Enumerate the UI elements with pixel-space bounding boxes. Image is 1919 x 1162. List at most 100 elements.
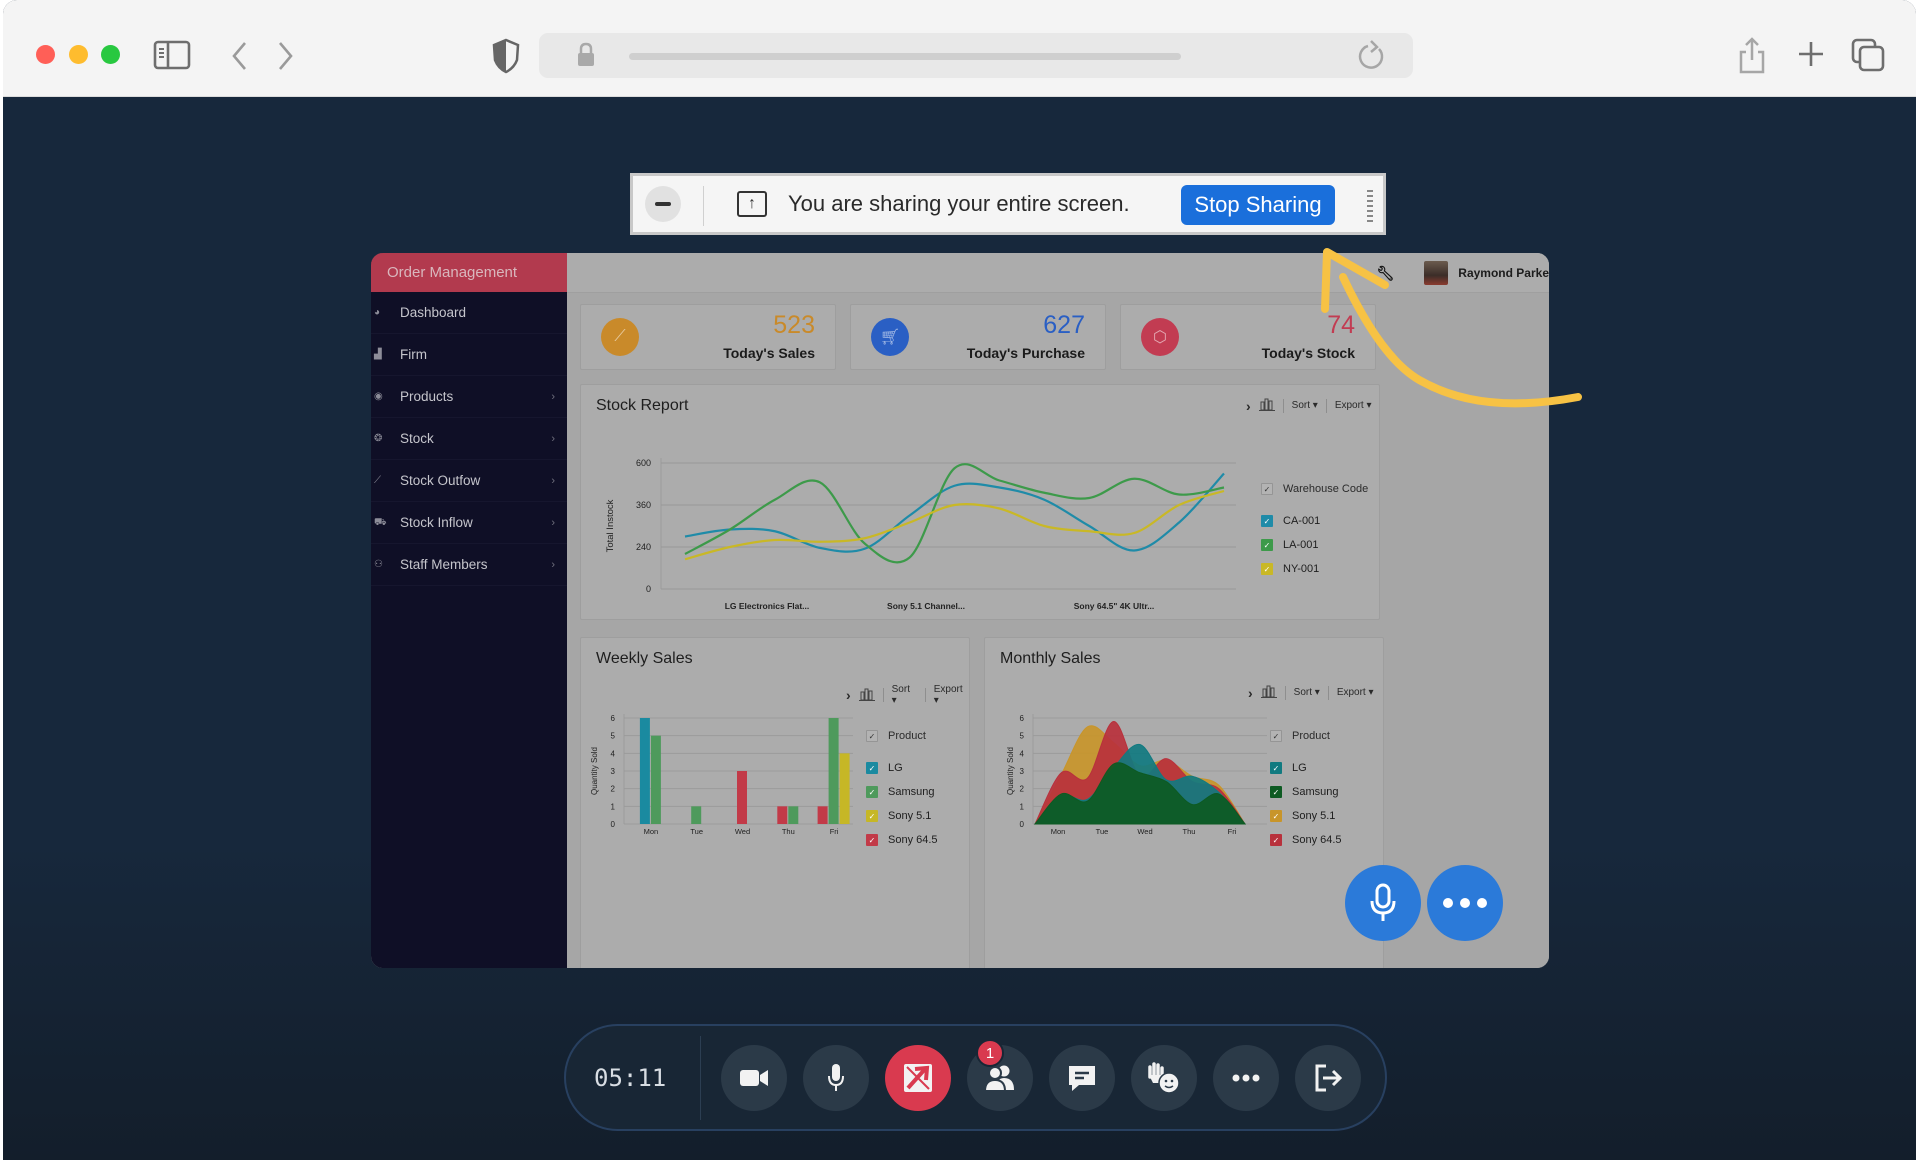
sidebar-item-label: Stock Outfow <box>400 473 481 488</box>
url-placeholder-bar <box>629 53 1181 60</box>
chat-button[interactable] <box>1049 1045 1115 1111</box>
meeting-control-bar: 05:11 1 <box>564 1024 1387 1131</box>
voice-fab-button[interactable] <box>1345 865 1421 941</box>
sidebar-item-firm[interactable]: ▟ Firm <box>371 334 567 376</box>
checkbox-icon: ✓ <box>1270 762 1282 774</box>
legend-item[interactable]: ✓ Sony 64.5 <box>1270 828 1342 852</box>
sidebar-icon[interactable] <box>153 40 191 70</box>
sidebar: Order Management ◕ Dashboard ▟ Firm ◉ Prod… <box>371 253 567 968</box>
bar-sony-64-5-wed <box>737 771 747 824</box>
back-icon[interactable] <box>229 40 249 72</box>
wrench-icon[interactable]: 🔧︎ <box>1377 265 1395 282</box>
drag-handle-icon[interactable] <box>1367 190 1373 222</box>
legend-label: CA-001 <box>1283 515 1321 527</box>
shield-icon[interactable] <box>492 38 520 74</box>
sidebar-item-label: Dashboard <box>400 305 467 320</box>
mic-button[interactable] <box>803 1045 869 1111</box>
screen-share-off-icon <box>902 1062 934 1094</box>
y-tick-label: 5 <box>1020 732 1025 741</box>
browser-toolbar <box>3 0 1916 97</box>
y-tick-label: 3 <box>1020 767 1025 776</box>
checkbox-icon: ✓ <box>866 762 878 774</box>
stop-share-button[interactable] <box>885 1045 951 1111</box>
divider <box>700 1036 701 1120</box>
legend-label: LG <box>1292 762 1307 774</box>
sidebar-item-label: Staff Members <box>400 557 488 572</box>
more-options-fab-button[interactable] <box>1427 865 1503 941</box>
y-tick-label: 0 <box>646 584 651 594</box>
y-tick-label: 4 <box>1020 749 1025 758</box>
maximize-window-button[interactable] <box>101 45 120 64</box>
firm-icon: ▟ <box>374 349 382 360</box>
share-icon[interactable] <box>1738 36 1766 74</box>
sidebar-item-label: Stock Inflow <box>400 515 473 530</box>
y-tick-label: 240 <box>636 542 651 552</box>
checkbox-icon: ✓ <box>866 834 878 846</box>
legend-header[interactable]: ✓ Product <box>1270 724 1342 748</box>
x-tick-label: Wed <box>735 827 750 836</box>
legend-header[interactable]: ✓ Warehouse Code <box>1261 477 1368 501</box>
checkbox-icon: ✓ <box>866 730 878 742</box>
forward-icon[interactable] <box>276 40 296 72</box>
x-tick-label: Fri <box>1228 827 1237 836</box>
sidebar-item-stock[interactable]: ❂ Stock › <box>371 418 567 460</box>
legend-item[interactable]: ✓ Sony 64.5 <box>866 828 938 852</box>
sidebar-item-staff-members[interactable]: ⚇ Staff Members › <box>371 544 567 586</box>
shared-screen-dashboard: Order Management ◕ Dashboard ▟ Firm ◉ Prod… <box>371 253 1549 968</box>
sidebar-item-products[interactable]: ◉ Products › <box>371 376 567 418</box>
more-icon <box>1443 898 1487 908</box>
minimize-window-button[interactable] <box>69 45 88 64</box>
legend-item[interactable]: ✓ LG <box>866 756 938 780</box>
stock-legend: ✓ Warehouse Code ✓ CA-001 ✓ LA-001 ✓ NY-001 <box>1261 477 1368 581</box>
minus-icon <box>655 202 671 206</box>
reactions-button[interactable] <box>1131 1045 1197 1111</box>
legend-item[interactable]: ✓ NY-001 <box>1261 557 1368 581</box>
sidebar-item-stock-inflow[interactable]: ⛟ Stock Inflow › <box>371 502 567 544</box>
legend-item[interactable]: ✓ Samsung <box>1270 780 1342 804</box>
y-tick-label: 4 <box>611 749 616 758</box>
tabs-overview-icon[interactable] <box>1851 38 1885 72</box>
stat-value: 523 <box>773 311 815 339</box>
legend-item[interactable]: ✓ Sony 5.1 <box>1270 804 1342 828</box>
chart-line-icon: ⟋ <box>601 318 639 356</box>
legend-header[interactable]: ✓ Product <box>866 724 938 748</box>
user-menu[interactable]: 🔧︎ Raymond Parke <box>1377 261 1549 285</box>
bar-samsung-mon <box>650 735 661 824</box>
y-axis-title: Total Instock <box>605 499 616 552</box>
legend-label: Sony 5.1 <box>1292 810 1336 822</box>
stat-value: 74 <box>1327 311 1355 339</box>
sidebar-item-dashboard[interactable]: ◕ Dashboard <box>371 292 567 334</box>
sidebar-item-stock-outfow[interactable]: ⟋ Stock Outfow › <box>371 460 567 502</box>
x-tick-label: Fri <box>830 827 839 836</box>
stop-sharing-button[interactable]: Stop Sharing <box>1181 185 1335 225</box>
legend-item[interactable]: ✓ LA-001 <box>1261 533 1368 557</box>
bar-sony-5-1-fri <box>839 753 850 824</box>
browser-window: Order Management ◕ Dashboard ▟ Firm ◉ Prod… <box>3 0 1916 1160</box>
reload-icon[interactable] <box>1357 39 1387 73</box>
leave-button[interactable] <box>1295 1045 1361 1111</box>
more-icon <box>1232 1074 1260 1082</box>
stat-label: Today's Stock <box>1261 345 1355 361</box>
minimize-banner-button[interactable] <box>645 186 681 222</box>
stock-inflow-icon: ⛟ <box>374 517 387 528</box>
camera-button[interactable] <box>721 1045 787 1111</box>
new-tab-icon[interactable] <box>1798 41 1824 67</box>
legend-item[interactable]: ✓ CA-001 <box>1261 509 1368 533</box>
legend-label: LG <box>888 762 903 774</box>
share-screen-icon: ↑ <box>737 191 767 217</box>
legend-item[interactable]: ✓ LG <box>1270 756 1342 780</box>
bar-samsung-thu <box>788 806 799 824</box>
more-button[interactable] <box>1213 1045 1279 1111</box>
legend-label: NY-001 <box>1283 563 1320 575</box>
stat-label: Today's Sales <box>723 345 815 361</box>
x-tick-label: Tue <box>1096 827 1109 836</box>
legend-item[interactable]: ✓ Sony 5.1 <box>866 804 938 828</box>
y-tick-label: 3 <box>611 767 616 776</box>
legend-item[interactable]: ✓ Samsung <box>866 780 938 804</box>
close-window-button[interactable] <box>36 45 55 64</box>
chevron-right-icon: › <box>551 475 555 487</box>
legend-label: Sony 64.5 <box>888 834 938 846</box>
checkbox-icon: ✓ <box>1261 515 1273 527</box>
address-bar[interactable] <box>539 33 1413 78</box>
weekly-sales-card: Weekly Sales › Sort ▾ Export ▾ 0 1 2 3 4 5 6 Qu… <box>580 637 970 968</box>
